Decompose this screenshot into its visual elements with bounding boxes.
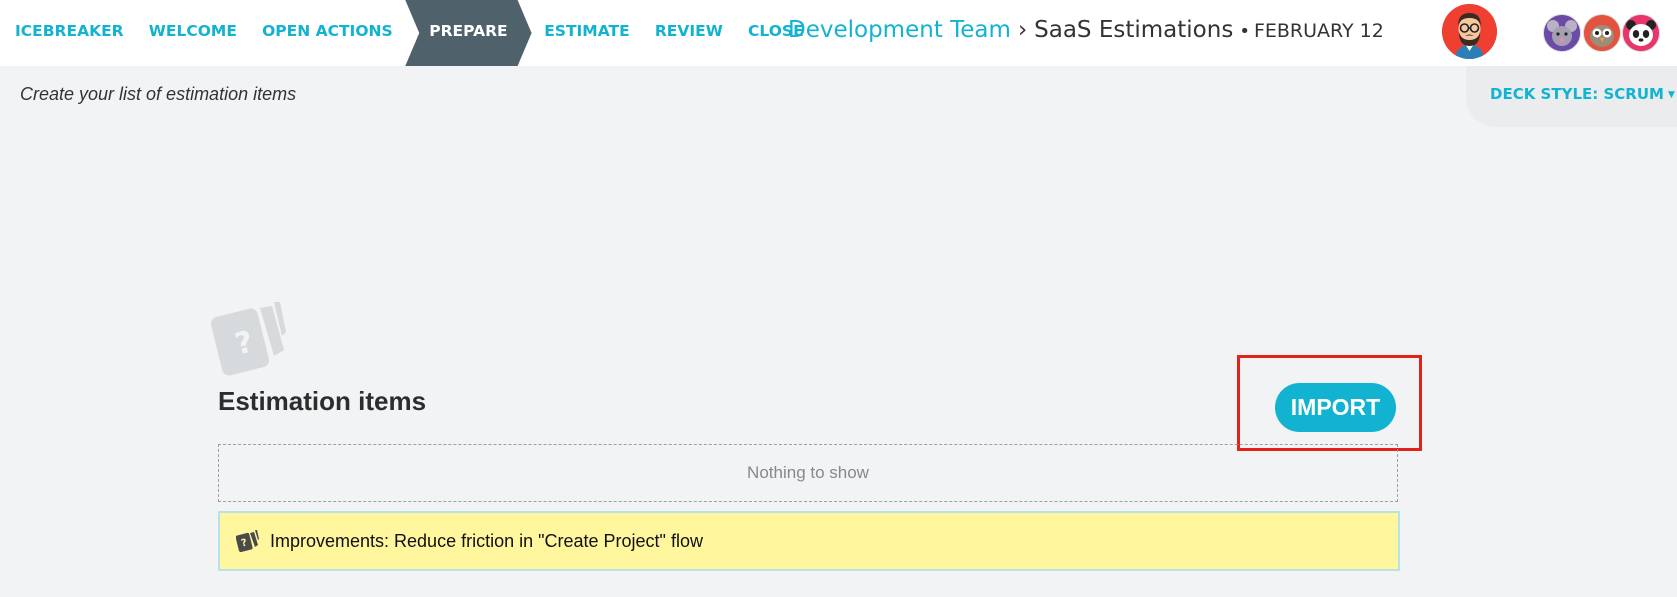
deck-style-dropdown[interactable]: DECK STYLE: SCRUM ▼ <box>1490 85 1675 103</box>
breadcrumb: Development Team › SaaS Estimations • FEBRUA… <box>788 0 1384 66</box>
empty-list-placeholder: Nothing to show <box>218 444 1398 502</box>
top-bar: ICEBREAKER WELCOME OPEN ACTIONS PREPARE … <box>0 0 1677 66</box>
user-avatar[interactable] <box>1442 4 1497 59</box>
chevron-down-icon: ▼ <box>1667 89 1675 100</box>
breadcrumb-board: SaaS Estimations <box>1034 17 1234 43</box>
step-prepare[interactable]: PREPARE <box>405 0 531 66</box>
estimation-cards-icon: ? <box>210 302 286 376</box>
mouse-avatar-icon <box>1544 15 1580 51</box>
step-open-actions[interactable]: OPEN ACTIONS <box>250 0 406 66</box>
import-button[interactable]: IMPORT <box>1275 383 1396 432</box>
step-icebreaker[interactable]: ICEBREAKER <box>0 0 136 66</box>
section-title: Estimation items <box>218 386 427 416</box>
panda-avatar-icon <box>1623 15 1659 51</box>
new-item-row: ? <box>218 511 1400 571</box>
breadcrumb-team[interactable]: Development Team <box>788 17 1011 43</box>
page-subtitle: Create your list of estimation items <box>20 84 297 104</box>
step-review[interactable]: REVIEW <box>642 0 735 66</box>
hipster-avatar-icon <box>1442 4 1497 59</box>
step-welcome[interactable]: WELCOME <box>136 0 249 66</box>
participant-avatar-1[interactable] <box>1543 14 1581 52</box>
step-estimate[interactable]: ESTIMATE <box>532 0 643 66</box>
breadcrumb-date: FEBRUARY 12 <box>1253 20 1384 42</box>
deck-style-label: DECK STYLE: SCRUM <box>1490 85 1664 103</box>
participant-avatar-3[interactable] <box>1622 14 1660 52</box>
estimation-cards-icon: ? <box>236 530 259 552</box>
owl-avatar-icon <box>1584 15 1620 51</box>
new-item-input[interactable] <box>270 523 1380 559</box>
participant-avatar-2[interactable] <box>1583 14 1621 52</box>
breadcrumb-dot: • <box>1239 21 1250 42</box>
breadcrumb-separator: › <box>1017 17 1028 43</box>
stage-navigation: ICEBREAKER WELCOME OPEN ACTIONS PREPARE … <box>0 0 816 66</box>
